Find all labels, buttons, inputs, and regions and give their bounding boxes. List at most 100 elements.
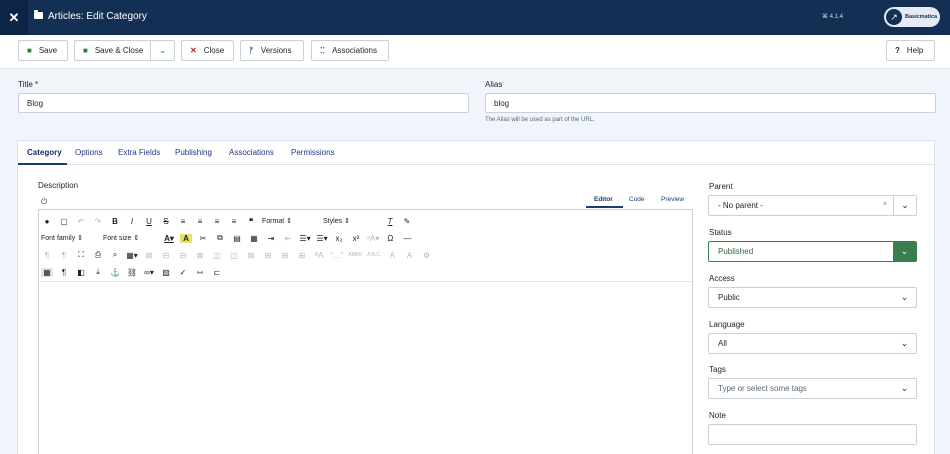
outdent-icon[interactable]: ⇤ bbox=[282, 234, 294, 243]
chevron-down-icon[interactable]: ⌄ bbox=[893, 334, 916, 353]
save-button[interactable]: ■ Save bbox=[18, 40, 68, 61]
copy-icon[interactable]: ⧉ bbox=[214, 233, 226, 243]
italic-icon[interactable]: I bbox=[126, 217, 138, 226]
tab-publishing[interactable]: Publishing bbox=[175, 148, 212, 157]
clear-icon[interactable]: × bbox=[883, 201, 887, 208]
new-document-icon[interactable]: ▢ bbox=[58, 217, 70, 226]
font-size-select[interactable]: Font size ⇕ bbox=[103, 234, 157, 242]
access-select[interactable]: Public ⌄ bbox=[708, 287, 917, 308]
image-icon[interactable]: ▨ bbox=[160, 268, 172, 277]
site-link-button[interactable]: ↗ Basicmatica bbox=[884, 7, 940, 27]
underline-a-icon[interactable]: A bbox=[403, 251, 415, 260]
underline-icon[interactable]: U bbox=[143, 217, 155, 226]
table-row-before-icon[interactable]: ⊟ bbox=[160, 251, 172, 260]
table-col-after-icon[interactable]: ◫ bbox=[228, 251, 240, 260]
tags-select[interactable]: Type or select some tags ⌄ bbox=[708, 378, 917, 399]
associations-button[interactable]: ⁚⁚ Associations bbox=[311, 40, 389, 61]
subscript-icon[interactable]: x₂ bbox=[333, 234, 345, 243]
tab-permissions[interactable]: Permissions bbox=[291, 148, 335, 157]
pilcrow-icon[interactable]: ¶ bbox=[58, 268, 70, 277]
horizontal-rule-icon[interactable]: — bbox=[401, 234, 413, 243]
close-button[interactable]: ✕ Close bbox=[181, 40, 234, 61]
title-input[interactable]: Blog bbox=[18, 93, 469, 113]
strike-a-icon[interactable]: A bbox=[386, 251, 398, 260]
clear-formatting-icon[interactable]: T bbox=[384, 217, 396, 226]
paste-icon[interactable]: ▤ bbox=[231, 234, 243, 243]
table-cell-props-icon[interactable]: ⊞ bbox=[296, 251, 308, 260]
bold-icon[interactable]: B bbox=[109, 217, 121, 226]
align-right-icon[interactable]: ≡ bbox=[228, 217, 240, 226]
note-input[interactable] bbox=[708, 424, 917, 445]
paragraph-ltr-icon[interactable]: ¶ bbox=[41, 251, 53, 260]
strikethrough-icon[interactable]: S bbox=[160, 217, 172, 226]
indent-icon[interactable]: ⇥ bbox=[265, 234, 277, 243]
align-left-icon[interactable]: ≡ bbox=[211, 217, 223, 226]
quote-icon[interactable]: “…” bbox=[330, 251, 343, 260]
fullscreen-icon[interactable]: ⛶ bbox=[75, 250, 87, 260]
tab-extra-fields[interactable]: Extra Fields bbox=[118, 148, 160, 157]
help-button[interactable]: ? Help bbox=[886, 40, 935, 61]
anchor-icon[interactable]: ⚓ bbox=[109, 268, 121, 277]
chevron-down-icon[interactable]: ⌄ bbox=[893, 196, 916, 215]
blockquote-icon[interactable]: ❝ bbox=[245, 217, 257, 226]
alias-input[interactable]: blog bbox=[485, 93, 936, 113]
joomla-logo-icon[interactable]: ✕ bbox=[0, 0, 28, 35]
spellcheck-icon[interactable]: ✓ bbox=[177, 268, 189, 277]
cut-icon[interactable]: ✂ bbox=[197, 234, 209, 243]
insert-content-icon[interactable]: ⊏ bbox=[211, 268, 223, 277]
text-color-icon[interactable]: A▾ bbox=[163, 234, 175, 243]
paint-brush-icon[interactable]: ✎ bbox=[401, 217, 413, 226]
tab-options[interactable]: Options bbox=[75, 148, 103, 157]
language-icon[interactable]: ᵃA▾ bbox=[367, 234, 379, 243]
table-merge-icon[interactable]: ⊞ bbox=[279, 251, 291, 260]
language-select[interactable]: All ⌄ bbox=[708, 333, 917, 354]
format-select[interactable]: Format ⇕ bbox=[262, 217, 317, 225]
page-break-icon[interactable]: ⇿ bbox=[194, 268, 206, 277]
chevron-down-icon[interactable]: ⌄ bbox=[150, 41, 174, 60]
superscript-icon[interactable]: x² bbox=[350, 234, 362, 243]
styles-select[interactable]: Styles ⇕ bbox=[323, 217, 378, 225]
table-delete-icon[interactable]: ⊠ bbox=[143, 251, 155, 260]
settings-icon[interactable]: ⚙ bbox=[420, 251, 432, 260]
table-col-before-icon[interactable]: ◫ bbox=[211, 251, 223, 260]
parent-select[interactable]: - No parent - × ⌄ bbox=[708, 195, 917, 216]
table-split-icon[interactable]: ⊞ bbox=[262, 251, 274, 260]
align-justify-icon[interactable]: ≡ bbox=[177, 217, 189, 226]
numbered-list-icon[interactable]: ☰▾ bbox=[299, 234, 311, 243]
chevron-down-icon[interactable]: ⌄ bbox=[893, 379, 916, 398]
align-center-icon[interactable]: ≡ bbox=[194, 217, 206, 226]
background-color-icon[interactable]: A bbox=[180, 233, 192, 243]
chevron-down-icon[interactable]: ⌄ bbox=[893, 242, 916, 261]
template-icon[interactable]: ◧ bbox=[75, 268, 87, 277]
acronym-icon[interactable]: A.B.C. bbox=[367, 252, 381, 258]
help-icon[interactable]: ● bbox=[41, 217, 53, 226]
unlink-icon[interactable]: ⛓ bbox=[126, 268, 138, 277]
chevron-down-icon[interactable]: ⌄ bbox=[893, 288, 916, 307]
visual-blocks-icon[interactable]: ▦ bbox=[41, 267, 53, 277]
link-icon[interactable]: ∞▾ bbox=[143, 268, 155, 277]
editor-mode-code[interactable]: Code bbox=[629, 196, 645, 203]
editor-mode-preview[interactable]: Preview bbox=[661, 196, 684, 203]
image-upload-icon[interactable]: ⤓ bbox=[92, 267, 104, 277]
bullet-list-icon[interactable]: ☰▾ bbox=[316, 234, 328, 243]
tab-category[interactable]: Category bbox=[27, 148, 62, 157]
abbr-icon[interactable]: ABBR bbox=[348, 252, 362, 258]
undo-icon[interactable]: ↶ bbox=[75, 217, 87, 226]
editor-mode-editor[interactable]: Editor bbox=[594, 196, 613, 203]
omega-icon[interactable]: Ω bbox=[384, 234, 396, 243]
table-icon[interactable]: ▦▾ bbox=[126, 251, 138, 260]
text-direction-icon[interactable]: ᴬA bbox=[313, 251, 325, 260]
paste-text-icon[interactable]: ▦ bbox=[248, 234, 260, 243]
search-icon[interactable]: ⌕ bbox=[109, 250, 121, 260]
power-icon[interactable]: ⏻ bbox=[41, 197, 47, 207]
table-delete-col-icon[interactable]: ⊠ bbox=[245, 251, 257, 260]
tab-associations[interactable]: Associations bbox=[229, 148, 274, 157]
paragraph-rtl-icon[interactable]: ¶ bbox=[58, 251, 70, 260]
status-select[interactable]: Published ⌄ bbox=[708, 241, 917, 262]
save-close-button[interactable]: ■ Save & Close ⌄ bbox=[74, 40, 175, 61]
table-delete-row-icon[interactable]: ⊠ bbox=[194, 251, 206, 260]
print-icon[interactable]: ⎙ bbox=[92, 250, 104, 260]
redo-icon[interactable]: ↷ bbox=[92, 217, 104, 226]
font-family-select[interactable]: Font family ⇕ bbox=[41, 234, 97, 242]
versions-button[interactable]: ᚠ Versions bbox=[240, 40, 304, 61]
